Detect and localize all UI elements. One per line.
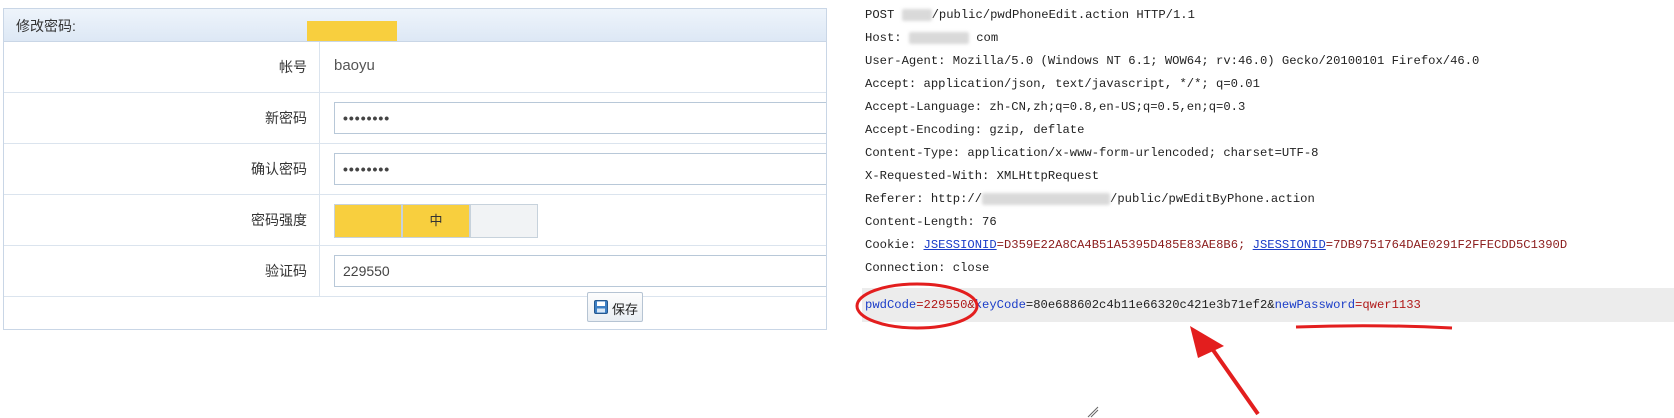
referer-tail: /public/pwEditByPhone.action	[1110, 192, 1315, 206]
red-circle-annotation	[855, 282, 979, 330]
cookie-name-1: JSESSIONID	[923, 238, 997, 252]
referer-key: Referer: http://	[865, 192, 983, 206]
account-label: 帐号	[4, 42, 320, 92]
cookie-header: Cookie: JSESSIONID=D359E22A8CA4B51A5395D…	[865, 238, 1567, 252]
new-password-label: 新密码	[4, 93, 320, 143]
strength-medium-segment: 中	[402, 204, 470, 238]
form-title: 修改密码:	[16, 18, 76, 34]
content-type-header: Content-Type: application/x-www-form-url…	[865, 146, 1319, 160]
request-path: /public/pwdPhoneEdit.action HTTP/1.1	[931, 8, 1195, 22]
accept-encoding-header: Accept-Encoding: gzip, deflate	[865, 123, 1085, 137]
captcha-label: 验证码	[4, 246, 320, 296]
strength-weak-segment	[334, 204, 402, 238]
redacted-host	[982, 192, 1111, 205]
new-password-row: 新密码 ••••••••	[4, 93, 826, 144]
save-label: 保存	[612, 302, 639, 317]
request-line: POST /public/pwdPhoneEdit.action HTTP/1.…	[865, 8, 1195, 22]
connection-header: Connection: close	[865, 261, 990, 275]
captcha-input[interactable]: 229550	[334, 255, 826, 287]
redacted-host	[908, 31, 969, 44]
form-header: 修改密码:	[4, 9, 826, 42]
host-tail: com	[976, 31, 999, 45]
content-length-header: Content-Length: 76	[865, 215, 997, 229]
body-value-newpassword: =qwer1133	[1355, 298, 1421, 312]
host-key: Host:	[865, 31, 902, 45]
referer-header: Referer: http:// /public/pwEditByPhone.ac…	[865, 192, 1315, 206]
red-underline-annotation	[1295, 324, 1453, 330]
account-value: baoyu	[334, 57, 375, 74]
password-strength-row: 密码强度 中	[4, 195, 826, 246]
cookie-value-1: =D359E22A8CA4B51A5395D485E83AE8B6;	[996, 238, 1246, 252]
red-arrow-annotation	[1190, 326, 1260, 416]
body-value-keycode: =80e688602c4b11e66320c421e3b71ef2&	[1025, 298, 1275, 312]
confirm-password-label: 确认密码	[4, 144, 320, 194]
body-key-newpassword: newPassword	[1274, 298, 1356, 312]
password-strength-meter: 中	[320, 195, 826, 245]
cookie-key: Cookie:	[865, 238, 924, 252]
confirm-password-input[interactable]: ••••••••	[334, 153, 826, 185]
strength-strong-segment	[470, 204, 538, 238]
save-button[interactable]: 保存	[587, 292, 643, 322]
save-row: 保存	[4, 290, 826, 330]
cookie-value-2: =7DB9751764DAE0291F2FFECDD5C1390D	[1325, 238, 1568, 252]
change-password-form: 修改密码: 帐号 baoyu 新密码 •••••••• 确认密码 •••••••…	[3, 8, 827, 330]
floppy-disk-icon	[594, 300, 608, 314]
x-requested-with-header: X-Requested-With: XMLHttpRequest	[865, 169, 1100, 183]
confirm-password-row: 确认密码 ••••••••	[4, 144, 826, 195]
password-strength-label: 密码强度	[4, 195, 320, 245]
header-highlight-mark	[307, 21, 397, 41]
redacted-host	[901, 8, 932, 21]
cookie-name-2: JSESSIONID	[1252, 238, 1326, 252]
new-password-input[interactable]: ••••••••	[334, 102, 826, 134]
user-agent-header: User-Agent: Mozilla/5.0 (Windows NT 6.1;…	[865, 54, 1480, 68]
accept-language-header: Accept-Language: zh-CN,zh;q=0.8,en-US;q=…	[865, 100, 1246, 114]
accept-header: Accept: application/json, text/javascrip…	[865, 77, 1260, 91]
cursor-icon	[1087, 406, 1099, 418]
account-row: 帐号 baoyu	[4, 42, 826, 93]
http-method: POST	[865, 8, 895, 22]
host-header: Host: com	[865, 31, 998, 45]
